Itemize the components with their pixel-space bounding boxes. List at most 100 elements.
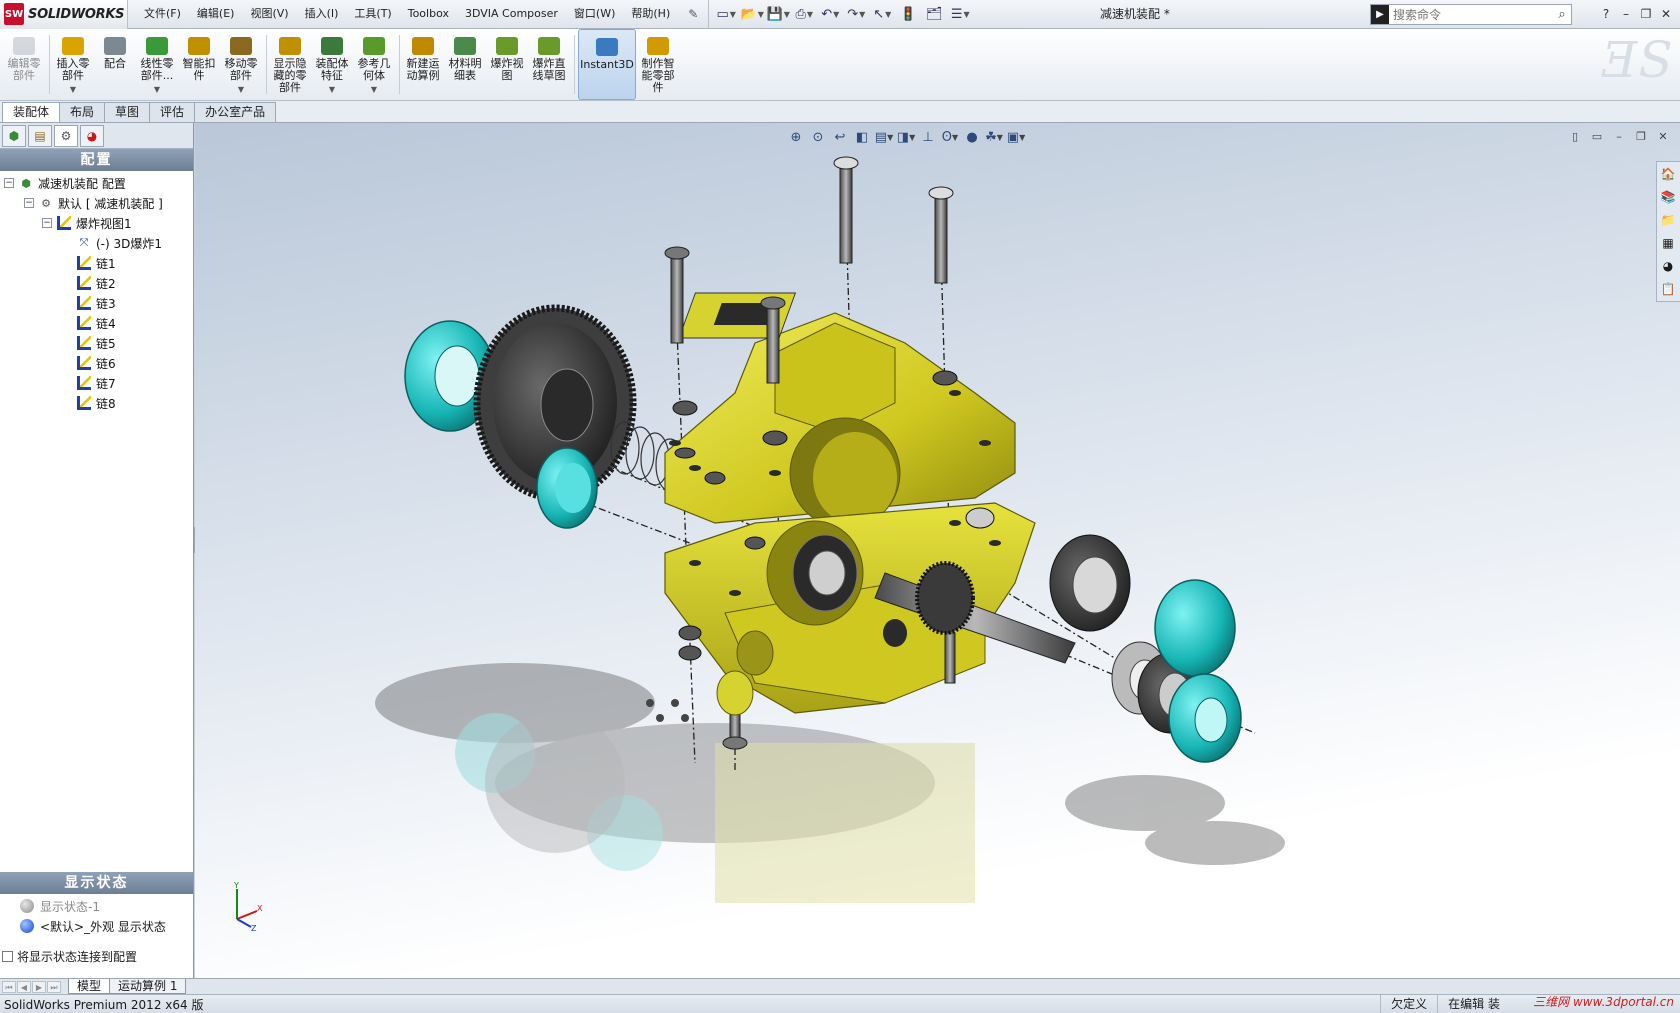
select-icon[interactable]: ↖ ▼ — [869, 3, 895, 25]
view-palette-icon[interactable]: ▦ — [1657, 232, 1679, 254]
file-properties-icon[interactable]: 🗂 — [921, 3, 947, 25]
ribbon-button[interactable]: 制作智能零部件 — [638, 29, 678, 100]
ribbon-button[interactable]: 装配体特征 ▼ — [312, 29, 352, 100]
viewport-minimize-icon[interactable]: – — [1608, 127, 1630, 145]
ribbon-button[interactable]: 显示隐藏的零部件 — [270, 29, 310, 100]
command-manager-tab[interactable]: 草图 — [104, 102, 151, 122]
first-tab-icon[interactable]: ⏮ — [2, 980, 16, 993]
ribbon-button[interactable]: 爆炸视图 — [487, 29, 527, 100]
display-state-item[interactable]: <默认>_外观 显示状态 — [0, 916, 193, 936]
ribbon-button[interactable]: 新建运动算例 — [403, 29, 443, 100]
menu-item[interactable]: 插入(I) — [297, 3, 347, 25]
command-manager-tab[interactable]: 评估 — [149, 102, 196, 122]
tree-chain-item[interactable]: 链6 — [0, 353, 193, 373]
file-explorer-icon[interactable]: 📁 — [1657, 209, 1679, 231]
pin-icon[interactable]: ✎ — [684, 5, 702, 23]
tree-chain-item[interactable]: 链7 — [0, 373, 193, 393]
dropdown-arrow-icon[interactable]: ▼ — [329, 84, 335, 96]
viewport-close-icon[interactable]: ✕ — [1652, 127, 1674, 145]
ribbon-button[interactable]: Instant3D — [578, 29, 636, 100]
tree-chain-item[interactable]: 链5 — [0, 333, 193, 353]
menu-item[interactable]: 窗口(W) — [566, 3, 623, 25]
ribbon-button[interactable]: 材料明细表 — [445, 29, 485, 100]
configuration-manager-icon[interactable]: ⚙ — [54, 124, 78, 147]
dropdown-arrow-icon[interactable]: ▼ — [238, 84, 244, 96]
search-icon[interactable]: ⌕ — [1553, 7, 1571, 22]
menu-item[interactable]: 帮助(H) — [623, 3, 678, 25]
close-icon[interactable]: ✕ — [1656, 4, 1676, 24]
tree-chain-item[interactable]: 链8 — [0, 393, 193, 413]
dropdown-arrow-icon[interactable]: ▼ — [371, 84, 377, 96]
tab-motion-study[interactable]: 运动算例 1 — [109, 979, 187, 994]
custom-properties-icon[interactable]: 📋 — [1657, 278, 1679, 300]
viewport-restore-icon[interactable]: ❐ — [1630, 127, 1652, 145]
ribbon-button[interactable]: 参考几何体 ▼ — [354, 29, 394, 100]
command-manager-tab[interactable]: 办公室产品 — [194, 102, 277, 122]
ribbon-button[interactable]: 智能扣件 — [179, 29, 219, 100]
menu-item[interactable]: 工具(T) — [346, 3, 399, 25]
split-horizontal-icon[interactable]: ▯ — [1564, 127, 1586, 145]
explode-step-icon — [76, 355, 92, 371]
next-tab-icon[interactable]: ▶ — [32, 980, 46, 993]
dropdown-arrow-icon[interactable]: ▼ — [70, 84, 76, 96]
tree-chain-item[interactable]: 链3 — [0, 293, 193, 313]
exploded-assembly-model[interactable] — [195, 143, 1555, 963]
graphics-area[interactable]: ⊕ ⊙ ↩ ◧ ▤ ▼ ◨ ▼ ⊥ ʘ ▼ ● ☘ ▼ ▣ ▼ ▯ ▭ – ❐ ✕ 🏠 📚… — [195, 123, 1680, 978]
split-vertical-icon[interactable]: ▭ — [1586, 127, 1608, 145]
solidworks-logo[interactable]: SW SOLIDWORKS — [0, 0, 128, 29]
command-manager-tab[interactable]: 布局 — [59, 102, 106, 122]
link-checkbox[interactable] — [2, 951, 13, 962]
prev-tab-icon[interactable]: ◀ — [17, 980, 31, 993]
display-manager-icon[interactable]: ◕ — [80, 124, 104, 147]
print-icon[interactable]: ⎙ ▼ — [791, 3, 817, 25]
tree-root-label: 减速机装配 配置 — [38, 176, 126, 191]
small-screws[interactable] — [646, 670, 754, 722]
menu-item[interactable]: 文件(F) — [136, 3, 189, 25]
link-display-state-option[interactable]: 将显示状态连接到配置 — [2, 948, 137, 965]
ribbon-button[interactable]: 编辑零部件 — [4, 29, 44, 100]
new-document-icon[interactable]: ▭ ▼ — [713, 3, 739, 25]
dropdown-arrow-icon[interactable]: ▼ — [154, 84, 160, 96]
redo-icon[interactable]: ↷ ▼ — [843, 3, 869, 25]
options-icon[interactable]: ☰ ▼ — [947, 3, 973, 25]
help-icon[interactable]: ? — [1596, 4, 1616, 24]
menu-item[interactable]: 编辑(E) — [189, 3, 243, 25]
display-state-item[interactable]: 显示状态-1 — [0, 896, 193, 916]
tree-explode-view[interactable]: − 爆炸视图1 — [0, 213, 193, 233]
last-tab-icon[interactable]: ⏭ — [47, 980, 61, 993]
menu-item[interactable]: 视图(V) — [242, 3, 296, 25]
restore-icon[interactable]: ❐ — [1636, 4, 1656, 24]
ribbon-button[interactable]: 插入零部件 ▼ — [53, 29, 93, 100]
collapse-icon[interactable]: − — [4, 178, 14, 188]
collapse-icon[interactable]: − — [24, 198, 34, 208]
open-icon[interactable]: 📂 ▼ — [739, 3, 765, 25]
minimize-icon[interactable]: – — [1616, 4, 1636, 24]
tree-root[interactable]: − ⬢ 减速机装配 配置 — [0, 173, 193, 193]
command-manager-tab[interactable]: 装配体 — [2, 102, 61, 122]
feature-manager-icon[interactable]: ⬢ — [2, 124, 26, 147]
tree-explode3d[interactable]: ⤧ (-) 3D爆炸1 — [0, 233, 193, 253]
tree-chain-item[interactable]: 链1 — [0, 253, 193, 273]
design-library-icon[interactable]: 📚 — [1657, 186, 1679, 208]
appearances-icon[interactable]: ◕ — [1657, 255, 1679, 277]
tab-model[interactable]: 模型 — [68, 979, 111, 994]
property-manager-icon[interactable]: ▤ — [28, 124, 52, 147]
tree-chain-item[interactable]: 链2 — [0, 273, 193, 293]
tree-chain-item[interactable]: 链4 — [0, 313, 193, 333]
search-input[interactable] — [1393, 7, 1553, 22]
rebuild-icon[interactable]: 🚦 — [895, 3, 921, 25]
tree-chain-label: 链2 — [96, 276, 116, 291]
end-cap-small[interactable] — [536, 447, 598, 529]
gearbox-upper-housing[interactable] — [664, 292, 1016, 529]
menu-item[interactable]: 3DVIA Composer — [457, 3, 566, 25]
menu-item[interactable]: Toolbox — [400, 3, 457, 25]
undo-icon[interactable]: ↶ ▼ — [817, 3, 843, 25]
tree-config[interactable]: − ⚙ 默认 [ 减速机装配 ] — [0, 193, 193, 213]
resources-icon[interactable]: 🏠 — [1657, 163, 1679, 185]
ribbon-button[interactable]: 配合 — [95, 29, 135, 100]
ribbon-button[interactable]: 爆炸直线草图 — [529, 29, 569, 100]
collapse-icon[interactable]: − — [42, 218, 52, 228]
save-icon[interactable]: 💾 ▼ — [765, 3, 791, 25]
ribbon-button[interactable]: 移动零部件 ▼ — [221, 29, 261, 100]
ribbon-button[interactable]: 线性零部件... ▼ — [137, 29, 177, 100]
